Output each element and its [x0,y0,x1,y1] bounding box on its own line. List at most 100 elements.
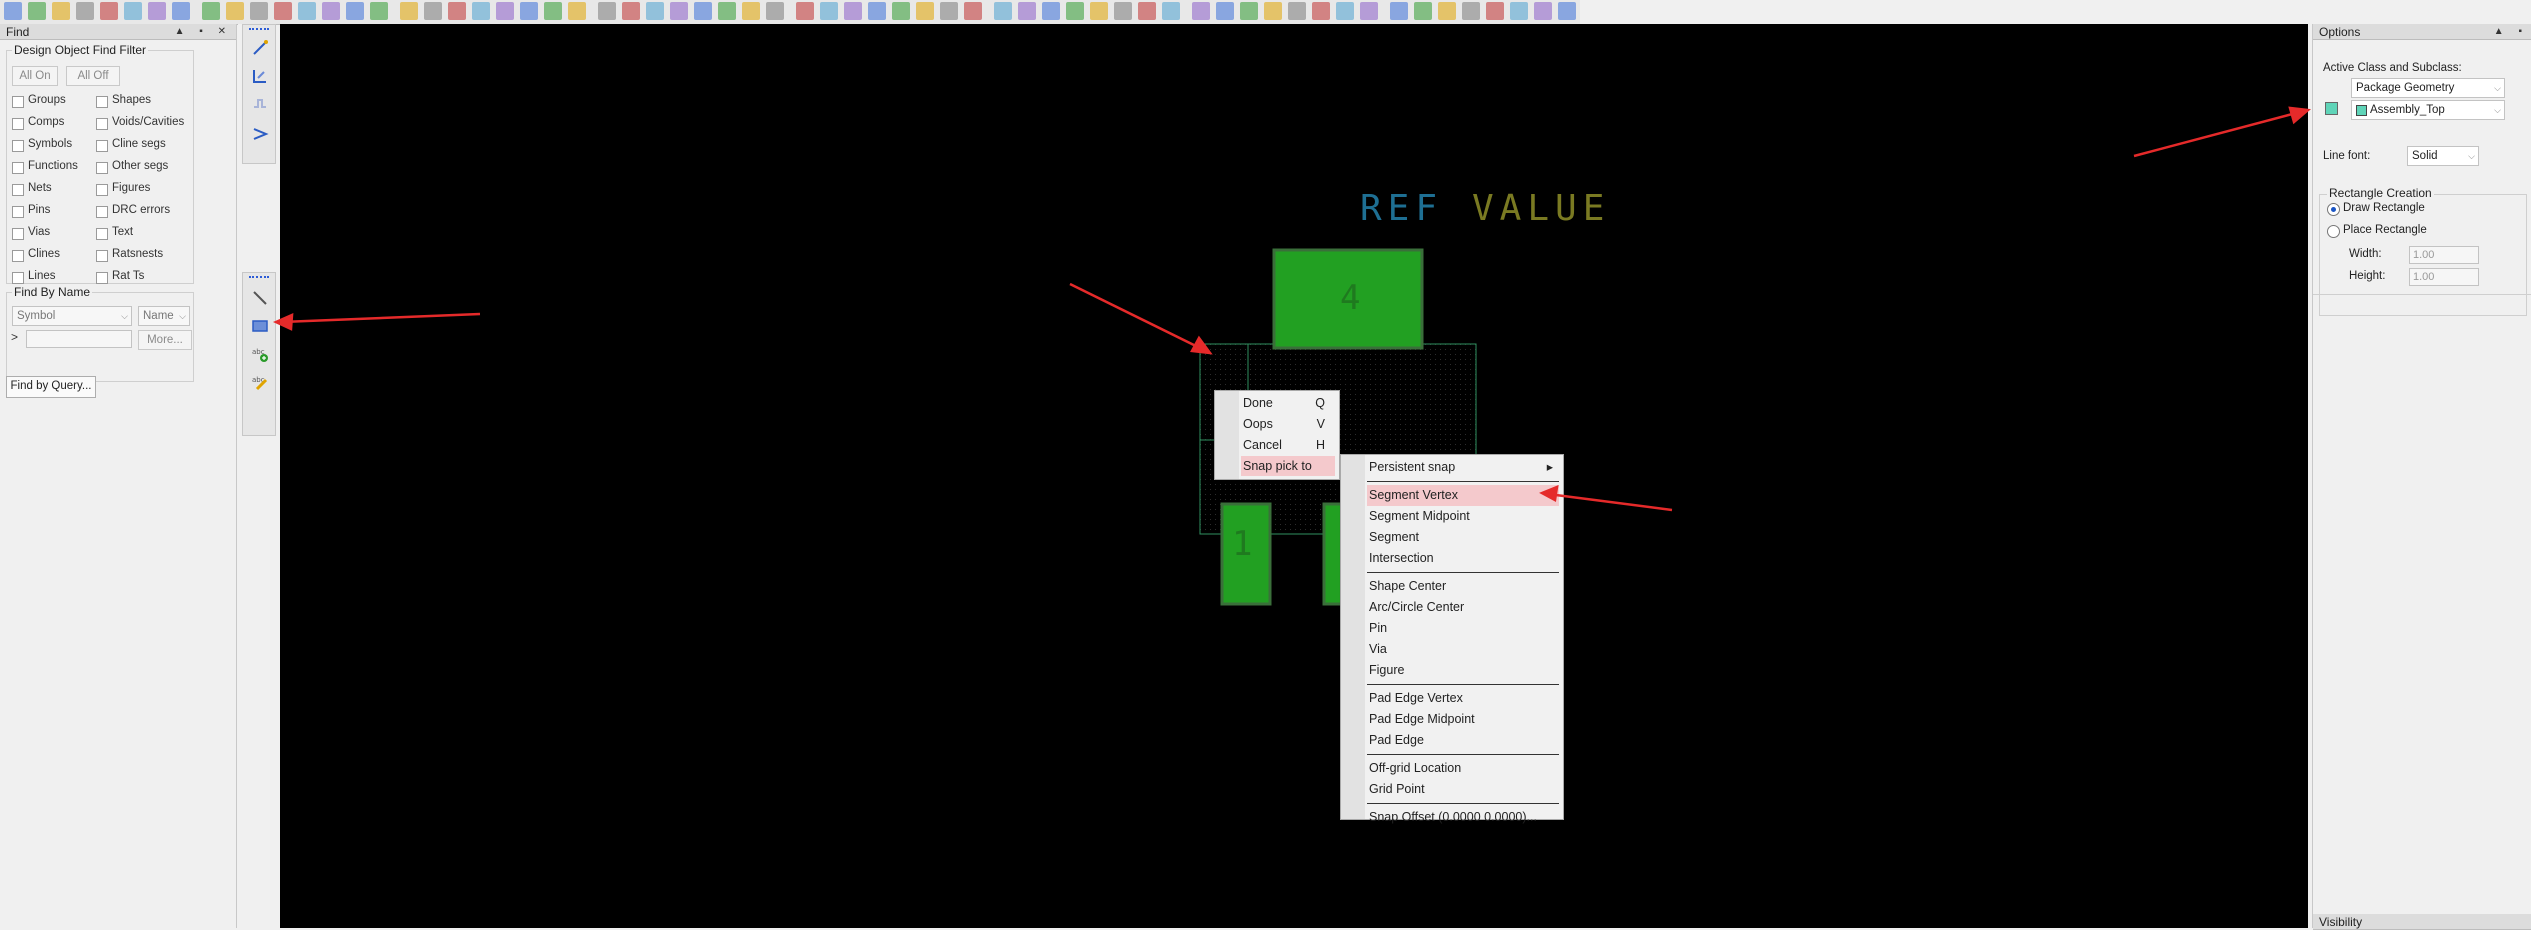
filter-checkbox[interactable] [96,184,108,196]
toolbar-button-icon[interactable] [868,2,886,20]
toolbar-button-icon[interactable] [1264,2,1282,20]
filter-label[interactable]: Pins [28,204,50,216]
filter-checkbox[interactable] [12,228,24,240]
filter-label[interactable]: Comps [28,116,64,128]
toolbar-button-icon[interactable] [250,2,268,20]
context-menu-item[interactable]: Cancel H [1241,435,1335,455]
ref-designator-text[interactable]: REF [1360,188,1443,229]
filter-label[interactable]: Shapes [112,94,151,106]
toolbar-button-icon[interactable] [4,2,22,20]
toolbar-button-icon[interactable] [76,2,94,20]
filter-label[interactable]: DRC errors [112,204,170,216]
snap-menu-item[interactable]: Pad Edge [1367,730,1559,751]
filter-checkbox[interactable] [12,272,24,284]
filter-checkbox[interactable] [12,184,24,196]
toolbar-button-icon[interactable] [1414,2,1432,20]
toolbar-button-icon[interactable] [1090,2,1108,20]
toolbar-button-icon[interactable] [1312,2,1330,20]
filter-checkbox[interactable] [96,162,108,174]
toolbar-button-icon[interactable] [820,2,838,20]
filter-checkbox[interactable] [96,272,108,284]
find-name-input[interactable] [26,330,132,348]
toolbar-button-icon[interactable] [1114,2,1132,20]
toolbar-button-icon[interactable] [1486,2,1504,20]
context-menu-item[interactable]: Done Q [1241,393,1335,413]
toolbar-button-icon[interactable] [646,2,664,20]
expand-toggle-icon[interactable]: > [11,330,18,344]
context-menu-item[interactable]: Oops V [1241,414,1335,434]
toolbar-button-icon[interactable] [124,2,142,20]
toolbar-button-icon[interactable] [1438,2,1456,20]
filter-checkbox[interactable] [96,96,108,108]
toolbar-button-icon[interactable] [1288,2,1306,20]
toolbar-button-icon[interactable] [298,2,316,20]
toolbar-button-icon[interactable] [1360,2,1378,20]
toolbar-button-icon[interactable] [964,2,982,20]
add-rectangle-icon[interactable] [251,317,269,335]
toolbar-button-icon[interactable] [448,2,466,20]
toolbar-button-icon[interactable] [1558,2,1576,20]
snap-menu-item[interactable]: Pin [1367,618,1559,639]
filter-label[interactable]: Ratsnests [112,248,163,260]
add-line-icon[interactable] [251,289,269,307]
toolbar-button-icon[interactable] [226,2,244,20]
toolbar-button-icon[interactable] [940,2,958,20]
snap-menu-item[interactable]: Segment Vertex [1367,485,1559,506]
edit-text-icon[interactable]: abc [251,373,269,391]
filter-checkbox[interactable] [12,140,24,152]
toolbar-button-icon[interactable] [844,2,862,20]
find-panel-header[interactable]: Find ▲ ▪ ✕ [0,24,236,40]
filter-checkbox[interactable] [12,96,24,108]
filter-label[interactable]: Rat Ts [112,270,144,282]
filter-label[interactable]: Clines [28,248,60,260]
toolbar-button-icon[interactable] [172,2,190,20]
filter-label[interactable]: Nets [28,182,52,194]
snap-menu-item[interactable]: Pad Edge Vertex [1367,688,1559,709]
toolbar-button-icon[interactable] [346,2,364,20]
design-canvas[interactable]: REF VALUE 4 1 Done Q Oops V Cancel H Snap pick… [280,24,2308,928]
width-input[interactable]: 1.00 [2409,246,2479,264]
filter-checkbox[interactable] [12,250,24,262]
snap-menu-item[interactable]: Figure [1367,660,1559,681]
toolbar-button-icon[interactable] [424,2,442,20]
toolbar-button-icon[interactable] [496,2,514,20]
toolbar-button-icon[interactable] [742,2,760,20]
place-rectangle-radio[interactable] [2327,225,2340,238]
filter-checkbox[interactable] [96,206,108,218]
filter-checkbox[interactable] [96,228,108,240]
toolbar-button-icon[interactable] [202,2,220,20]
toolbar-button-icon[interactable] [472,2,490,20]
toolbar-button-icon[interactable] [1042,2,1060,20]
snap-menu-item[interactable]: Arc/Circle Center [1367,597,1559,618]
toolbar-button-icon[interactable] [718,2,736,20]
toolbar-button-icon[interactable] [796,2,814,20]
toolbar-button-icon[interactable] [148,2,166,20]
more-button[interactable]: More... [138,330,192,350]
toolbar-button-icon[interactable] [598,2,616,20]
options-panel-header[interactable]: Options ▲ ▪ [2313,24,2531,40]
height-input[interactable]: 1.00 [2409,268,2479,286]
filter-label[interactable]: Functions [28,160,78,172]
toolbar-button-icon[interactable] [28,2,46,20]
filter-checkbox[interactable] [12,118,24,130]
find-by-query-button[interactable]: Find by Query... [6,376,96,398]
all-on-button[interactable]: All On [12,66,58,86]
toolbar-button-icon[interactable] [568,2,586,20]
toolbar-button-icon[interactable] [916,2,934,20]
snap-menu-item[interactable]: Pad Edge Midpoint [1367,709,1559,730]
draw-rectangle-label[interactable]: Draw Rectangle [2343,202,2425,214]
panel-window-buttons[interactable]: ▲ ▪ ✕ [175,24,232,40]
snap-menu-item[interactable]: Persistent snap ▸ [1367,457,1559,478]
toolbar-button-icon[interactable] [1138,2,1156,20]
toolbar-button-icon[interactable] [994,2,1012,20]
toolbar-grip[interactable] [249,28,269,33]
snap-menu-item[interactable]: Shape Center [1367,576,1559,597]
toolbar-button-icon[interactable] [1066,2,1084,20]
toolbar-button-icon[interactable] [1390,2,1408,20]
filter-label[interactable]: Vias [28,226,50,238]
filter-label[interactable]: Groups [28,94,66,106]
toolbar-button-icon[interactable] [52,2,70,20]
toolbar-button-icon[interactable] [1018,2,1036,20]
name-mode-select[interactable]: Name ⌵ [138,306,190,326]
filter-checkbox[interactable] [96,250,108,262]
